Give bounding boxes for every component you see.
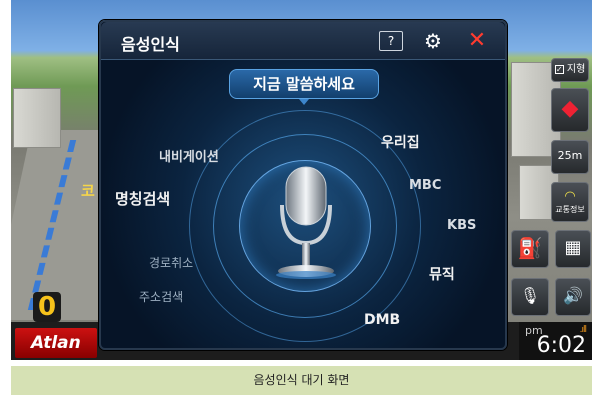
voice-icon: 🎙 — [519, 286, 541, 305]
prompt-pointer — [299, 99, 309, 105]
compass-button[interactable]: ◆ — [551, 88, 589, 132]
scale-button[interactable]: 25m — [551, 140, 589, 174]
gear-icon[interactable]: ⚙ — [421, 30, 445, 52]
north-up-label: 지형 — [566, 64, 586, 75]
command-mbc: MBC — [409, 178, 442, 193]
microphone-icon — [276, 166, 336, 279]
command-name-search: 명칭검색 — [115, 190, 171, 208]
command-home: 우리집 — [381, 135, 420, 151]
grid-icon: ▦ — [564, 237, 582, 258]
command-address-search: 주소검색 — [139, 290, 184, 304]
dialog-titlebar: 음성인식 ? ⚙ ✕ — [101, 22, 505, 60]
command-music: 뮤직 — [429, 267, 455, 283]
fuel-icon: ⛽ — [517, 236, 543, 260]
menu-grid-button[interactable]: ▦ — [555, 230, 591, 268]
speed-indicator: 0 — [33, 292, 61, 322]
dialog-title: 음성인식 — [121, 35, 180, 54]
speak-now-prompt: 지금 말씀하세요 — [229, 69, 379, 99]
traffic-button[interactable]: ◠ 교통정보 — [551, 182, 589, 222]
voice-recognition-dialog: 음성인식 ? ⚙ ✕ 지금 말씀하세요 내비게이션 명칭검색 경로취소 주소검색… — [99, 20, 507, 350]
help-icon[interactable]: ? — [379, 31, 403, 51]
map-place-label: 코 — [81, 182, 95, 200]
command-dmb: DMB — [364, 312, 401, 328]
volume-button[interactable]: 🔊 — [555, 278, 591, 316]
close-icon[interactable]: ✕ — [465, 30, 489, 52]
voice-button[interactable]: 🎙 — [511, 278, 549, 316]
clock-time: 6:02 — [536, 333, 586, 358]
command-kbs: KBS — [447, 218, 477, 233]
command-navigation: 내비게이션 — [159, 150, 219, 165]
command-cancel-route: 경로취소 — [149, 256, 194, 270]
speaker-icon: 🔊 — [563, 286, 583, 305]
map-building — [13, 88, 61, 148]
checkbox-icon: ✓ — [554, 64, 564, 74]
figure-caption: 음성인식 대기 화면 — [11, 366, 592, 395]
traffic-label: 교통정보 — [555, 205, 585, 214]
compass-icon: ◆ — [561, 96, 579, 121]
clock-panel: pm .ıll 6:02 — [519, 322, 592, 360]
fuel-button[interactable]: ⛽ — [511, 230, 549, 268]
wifi-icon: ◠ — [564, 189, 576, 204]
atlan-logo: Atlan — [15, 328, 97, 358]
north-up-button[interactable]: ✓ 지형 — [551, 58, 589, 82]
scale-label: 25m — [557, 149, 583, 162]
